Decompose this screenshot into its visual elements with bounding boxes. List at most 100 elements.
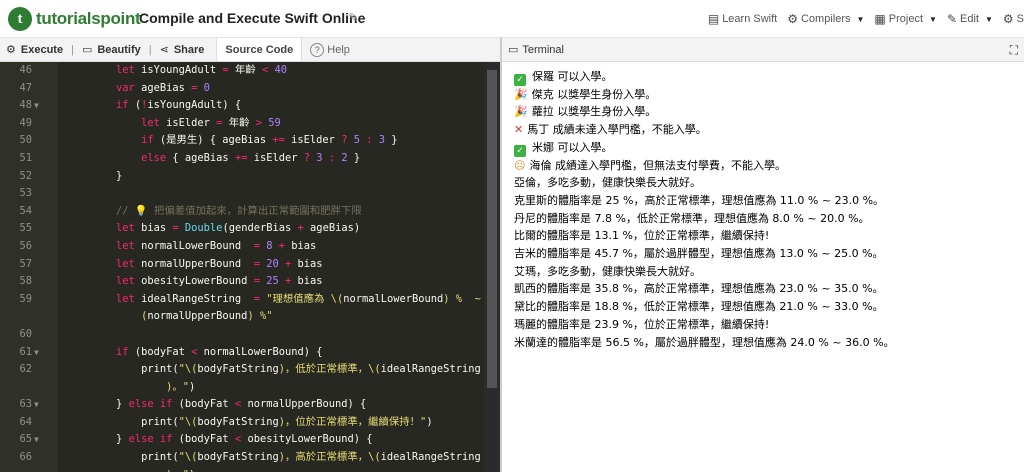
code-line[interactable]: 66 print("\(bodyFatString)，高於正常標準，\(idea…	[0, 449, 484, 467]
code-text: let idealRangeString = "理想值應為 \(normalLo…	[66, 291, 493, 309]
code-token: normalUpperBound) {	[241, 398, 367, 411]
code-line[interactable]: 50 if (是男生) { ageBias += isElder ? 5 : 3…	[0, 132, 484, 150]
code-token: idealRangeString	[380, 451, 481, 464]
code-line[interactable]: 52 }	[0, 168, 484, 186]
edit-title-icon[interactable]: ✎	[348, 10, 359, 26]
code-line[interactable]: (normalUpperBound) %"	[0, 308, 484, 326]
code-line[interactable]: 47 var ageBias = 0	[0, 80, 484, 98]
code-text: var ageBias = 0	[66, 80, 210, 98]
code-line[interactable]: 59 let idealRangeString = "理想值應為 \(norma…	[0, 291, 493, 309]
code-token: }	[385, 134, 398, 147]
code-line[interactable]: 60	[0, 326, 484, 344]
nav-label: Project	[888, 13, 924, 25]
nav-edit[interactable]: ✎ Edit ▼	[947, 12, 993, 26]
nav-settings[interactable]: ⚙ S	[1003, 12, 1024, 26]
terminal-line-text: 亞倫，多吃多動，健康快樂長大就好。	[514, 176, 701, 190]
code-token: else	[141, 151, 167, 164]
fold-arrow-icon[interactable]: ▼	[34, 396, 39, 414]
code-line[interactable]: 46 let isYoungAdult = 年齡 < 40	[0, 62, 484, 80]
logo-text: tutorialspoint	[36, 9, 141, 28]
code-token: )	[189, 469, 195, 472]
code-line[interactable]: 58 let obesityLowerBound = 25 + bias	[0, 273, 484, 291]
fold-arrow-icon[interactable]: ▼	[34, 97, 39, 115]
code-token: bodyFatString	[197, 363, 279, 376]
code-line[interactable]: 65 ▼ } else if (bodyFat < obesityLowerBou…	[0, 431, 484, 449]
line-number: 66	[19, 451, 32, 464]
help-button[interactable]: ? Help	[302, 38, 358, 61]
code-text: else { ageBias += isElder ? 3 : 2 }	[66, 150, 360, 168]
editor-scrollbar[interactable]	[484, 62, 500, 472]
code-token: isYoungAdult) {	[147, 99, 242, 112]
code-token: bias	[285, 239, 317, 252]
tab-source-code[interactable]: Source Code	[216, 38, 303, 61]
code-lines[interactable]: 46 let isYoungAdult = 年齡 < 40 47 var ageB…	[0, 62, 493, 472]
terminal-line: ✓ 米娜 可以入學。	[514, 139, 613, 157]
code-token: isYoungAdult	[134, 64, 223, 76]
code-token: }	[66, 398, 129, 411]
separator: |	[148, 43, 152, 56]
page-title: Compile and Execute Swift Online	[139, 10, 366, 26]
code-token: normalUpperBound	[147, 310, 248, 323]
code-token: ageBias)	[303, 222, 361, 235]
code-line[interactable]: 62 print("\(bodyFatString)，低於正常標準，\(idea…	[0, 361, 484, 379]
code-token: )。"	[166, 469, 189, 472]
terminal-line: ✕ 馬丁 成績未達入學門檻，不能入學。	[514, 121, 707, 139]
code-token: // 💡 把偏差值加起來，計算出正常範圍和肥胖下限	[116, 204, 362, 217]
nav-label: Compilers	[800, 13, 851, 25]
share-button[interactable]: ⋖ Share	[154, 38, 211, 62]
terminal-output: ✓ 保羅 可以入學。 🎉 傑克 以獎學生身份入學。 🎉 蘿拉 以獎學生身份入學。 ✕ 馬丁 成…	[502, 62, 1024, 472]
code-text: let normalLowerBound = 8 + bias	[66, 238, 316, 256]
code-token: print(	[66, 363, 179, 376]
code-token: }	[66, 433, 129, 446]
terminal-line-text: 比爾的體脂率是 13.1 %，位於正常標準，繼續保持!	[514, 229, 770, 243]
line-number: 63	[19, 398, 32, 411]
code-line[interactable]: 49 let isElder = 年齡 > 59	[0, 115, 484, 133]
tutorialspoint-logo[interactable]: t tutorialspoint	[8, 7, 141, 31]
code-line[interactable]: 63 ▼ } else if (bodyFat < normalUpperBoun…	[0, 396, 484, 414]
separator: |	[71, 43, 74, 56]
code-token: 40	[274, 64, 288, 76]
nav-compilers[interactable]: ⚙ Compilers ▼	[787, 12, 864, 26]
beautify-button[interactable]: ▭ Beautify	[76, 38, 147, 62]
code-line[interactable]: 55 let bias = Double(genderBias + ageBia…	[0, 220, 484, 238]
code-text: let isYoungAdult = 年齡 < 40	[66, 62, 287, 80]
terminal-line-text: 米蘭達的體脂率是 56.5 %，屬於過胖體型，理想值應為 24.0 % ~ 36…	[514, 335, 895, 349]
party-icon: 🎉	[514, 87, 528, 101]
code-token: obesityLowerBound) {	[241, 433, 373, 446]
folder-icon: ▦	[874, 12, 886, 26]
code-token: 年齡	[222, 116, 256, 129]
line-number: 62	[19, 363, 32, 376]
code-line[interactable]: 48 ▼ if (!isYoungAdult) {	[0, 97, 484, 115]
code-line[interactable]: )。")	[0, 467, 484, 472]
terminal-line: 瑪麗的體脂率是 23.9 %，位於正常標準，繼續保持!	[514, 316, 769, 334]
code-line[interactable]: 54 // 💡 把偏差值加起來，計算出正常範圍和肥胖下限	[0, 203, 484, 221]
code-line[interactable]: 51 else { ageBias += isElder ? 3 : 2 }	[0, 150, 484, 168]
execute-button[interactable]: ⚙ Execute	[0, 38, 69, 62]
code-line[interactable]: 57 let normalUpperBound = 20 + bias	[0, 256, 484, 274]
code-line[interactable]: 61 ▼ if (bodyFat < normalLowerBound) {	[0, 344, 484, 362]
beautify-icon: ▭	[81, 44, 93, 56]
code-token: "理想值應為 \(	[266, 292, 344, 305]
code-line[interactable]: 64 print("\(bodyFatString)，位於正常標準，繼續保持！"…	[0, 414, 484, 432]
code-line[interactable]: )。")	[0, 379, 484, 397]
code-token: bodyFatString	[197, 415, 279, 428]
code-line[interactable]: 53	[0, 185, 484, 203]
check-icon: ✓	[514, 74, 526, 86]
code-text: print("\(bodyFatString)，位於正常標準，繼續保持！")	[66, 414, 433, 432]
line-number: 52	[19, 169, 32, 182]
line-number: 65	[19, 433, 32, 446]
scroll-thumb[interactable]	[487, 70, 497, 388]
fold-arrow-icon[interactable]: ▼	[34, 344, 39, 362]
nav-project[interactable]: ▦ Project ▼	[874, 12, 937, 26]
code-line[interactable]: 56 let normalLowerBound = 8 + bias	[0, 238, 484, 256]
code-editor[interactable]: 46 let isYoungAdult = 年齡 < 40 47 var ageB…	[0, 62, 500, 472]
fold-arrow-icon[interactable]: ▼	[34, 431, 39, 449]
code-token: let	[116, 275, 135, 288]
expand-icon[interactable]: ⛶	[1010, 43, 1018, 58]
code-token: bias	[134, 222, 173, 235]
nav-learn-swift[interactable]: ▤ Learn Swift	[708, 12, 777, 26]
cross-icon: ✕	[514, 123, 524, 137]
